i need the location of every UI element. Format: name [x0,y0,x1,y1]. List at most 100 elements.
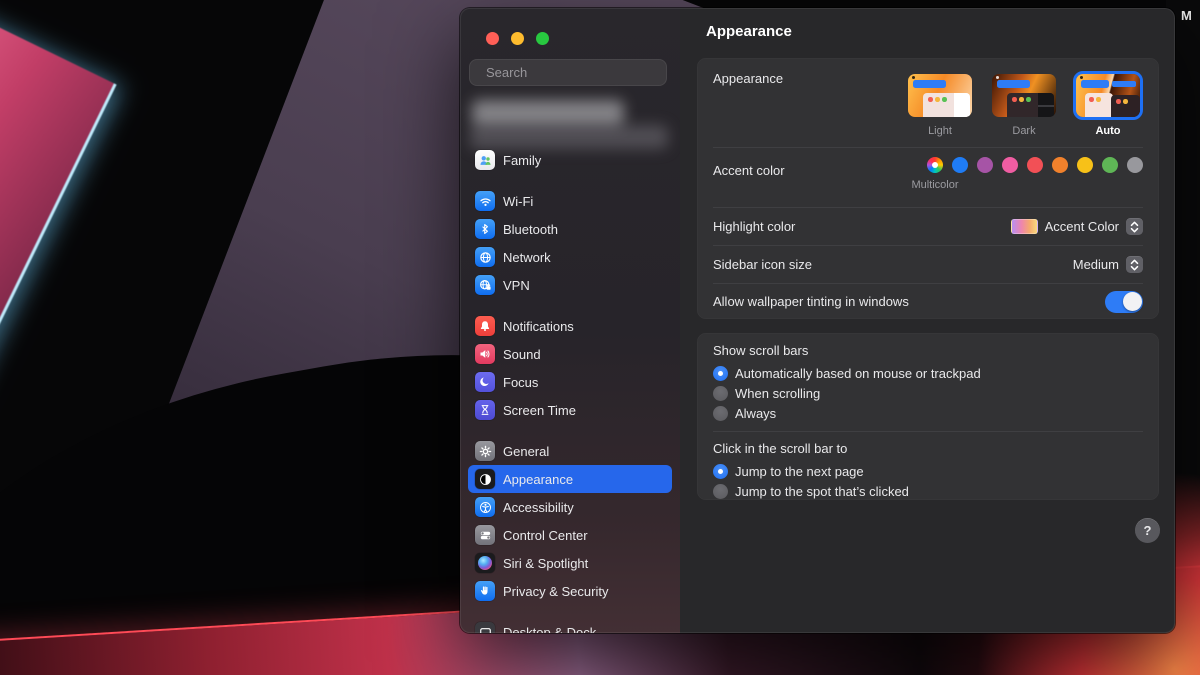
sidebar-item-label: Desktop & Dock [503,625,596,634]
accent-selected-label: Multicolor [911,179,958,191]
sidebar-item-family[interactable]: Family [468,146,672,174]
moon-icon [475,372,495,392]
appearance-icon [475,469,495,489]
sidebar-item-label: Bluetooth [503,222,558,237]
sidebar-item-privacy-security[interactable]: Privacy & Security [468,577,672,605]
sidebar-item-label: Siri & Spotlight [503,556,588,571]
auto-theme-label: Auto [1095,125,1120,137]
accent-dot-yellow[interactable] [1077,157,1093,173]
scroll-bars-card: Show scroll bars Automatically based on … [697,333,1159,500]
sidebar-item-label: Privacy & Security [503,584,608,599]
speaker-icon [475,344,495,364]
chevron-up-down-icon [1126,256,1143,273]
sidebar-item-appearance[interactable]: Appearance [468,465,672,493]
radio-unselected-icon [713,484,728,499]
light-theme-thumbnail [908,74,972,117]
sidebar-item-label: VPN [503,278,530,293]
wifi-icon [475,191,495,211]
theme-option-dark[interactable]: Dark [989,71,1059,137]
highlight-color-swatch [1011,219,1038,234]
desktop: M [0,0,1200,675]
theme-options: Light Dark [905,71,1143,137]
radio-when-scrolling[interactable]: When scrolling [713,383,1143,403]
sidebar-item-label: Wi-Fi [503,194,533,209]
accent-dot-orange[interactable] [1052,157,1068,173]
bluetooth-icon [475,219,495,239]
sidebar-item-sound[interactable]: Sound [468,340,672,368]
appearance-pane: Appearance Appearance [680,8,1175,633]
sidebar-item-control-center[interactable]: Control Center [468,521,672,549]
search-field[interactable] [469,59,667,86]
sidebar-item-notifications[interactable]: Notifications [468,312,672,340]
sidebar-icon-size-popup[interactable]: Medium [1073,256,1143,273]
sidebar-item-focus[interactable]: Focus [468,368,672,396]
help-button[interactable]: ? [1135,518,1160,543]
cropped-overlay-text: M [1181,8,1192,23]
dark-theme-label: Dark [1012,125,1035,137]
accessibility-icon [475,497,495,517]
accent-dot-green[interactable] [1102,157,1118,173]
vpn-globe-icon [475,275,495,295]
sidebar-item-siri-spotlight[interactable]: Siri & Spotlight [468,549,672,577]
theme-row: Appearance Light [697,58,1159,147]
radio-selected-icon [713,366,728,381]
wallpaper-tinting-row: Allow wallpaper tinting in windows [697,284,1159,319]
theme-option-auto[interactable]: Auto [1073,71,1143,137]
theme-row-label: Appearance [713,71,783,86]
sidebar-item-label: Focus [503,375,538,390]
accent-dot-multicolor[interactable] [927,157,943,173]
sidebar-item-network[interactable]: Network [468,243,672,271]
light-theme-label: Light [928,125,952,137]
sidebar-item-label: Notifications [503,319,574,334]
highlight-color-popup[interactable]: Accent Color [1011,218,1143,235]
sidebar-icon-size-row: Sidebar icon size Medium [697,246,1159,283]
user-profile-redacted[interactable] [472,100,624,126]
accent-dot-pink[interactable] [1002,157,1018,173]
radio-label: When scrolling [735,386,820,401]
highlight-color-row: Highlight color Accent Color [697,208,1159,245]
zoom-button[interactable] [536,32,549,45]
sidebar-item-general[interactable]: General [468,437,672,465]
window-controls [486,32,549,45]
sidebar-item-accessibility[interactable]: Accessibility [468,493,672,521]
radio-automatically[interactable]: Automatically based on mouse or trackpad [713,363,1143,383]
desktop-dock-icon [475,622,495,633]
radio-jump-to-spot[interactable]: Jump to the spot that’s clicked [713,481,1143,501]
page-title: Appearance [706,23,792,40]
accent-color-label: Accent color [713,163,785,178]
sidebar-icon-size-value: Medium [1073,257,1119,272]
appearance-settings-card: Appearance Light [697,58,1159,319]
radio-unselected-icon [713,386,728,401]
theme-option-light[interactable]: Light [905,71,975,137]
sidebar-item-label: Appearance [503,472,573,487]
search-input[interactable] [484,64,664,81]
sidebar-item-bluetooth[interactable]: Bluetooth [468,215,672,243]
accent-dot-red[interactable] [1027,157,1043,173]
accent-dot-purple[interactable] [977,157,993,173]
radio-jump-next-page[interactable]: Jump to the next page [713,461,1143,481]
sidebar-item-label: Network [503,250,551,265]
wallpaper-tinting-label: Allow wallpaper tinting in windows [713,294,909,309]
show-scroll-bars-label: Show scroll bars [713,343,1143,358]
siri-icon [475,553,495,573]
radio-label: Jump to the spot that’s clicked [735,484,909,499]
sidebar-item-label: Sound [503,347,541,362]
sidebar-item-vpn[interactable]: VPN [468,271,672,299]
accent-dot-blue[interactable] [952,157,968,173]
radio-label: Always [735,406,776,421]
accent-dot-graphite[interactable] [1127,157,1143,173]
minimize-button[interactable] [511,32,524,45]
sidebar-item-desktop-dock[interactable]: Desktop & Dock [468,618,672,633]
radio-always[interactable]: Always [713,403,1143,423]
highlight-color-value: Accent Color [1045,219,1119,234]
close-button[interactable] [486,32,499,45]
family-icon [475,150,495,170]
radio-label: Automatically based on mouse or trackpad [735,366,981,381]
sidebar-item-label: Family [503,153,541,168]
sidebar-item-label: Control Center [503,528,588,543]
wallpaper-tinting-toggle[interactable] [1105,291,1143,313]
sidebar-item-wifi[interactable]: Wi-Fi [468,187,672,215]
sidebar-item-screen-time[interactable]: Screen Time [468,396,672,424]
hourglass-icon [475,400,495,420]
sidebar-icon-size-label: Sidebar icon size [713,257,812,272]
